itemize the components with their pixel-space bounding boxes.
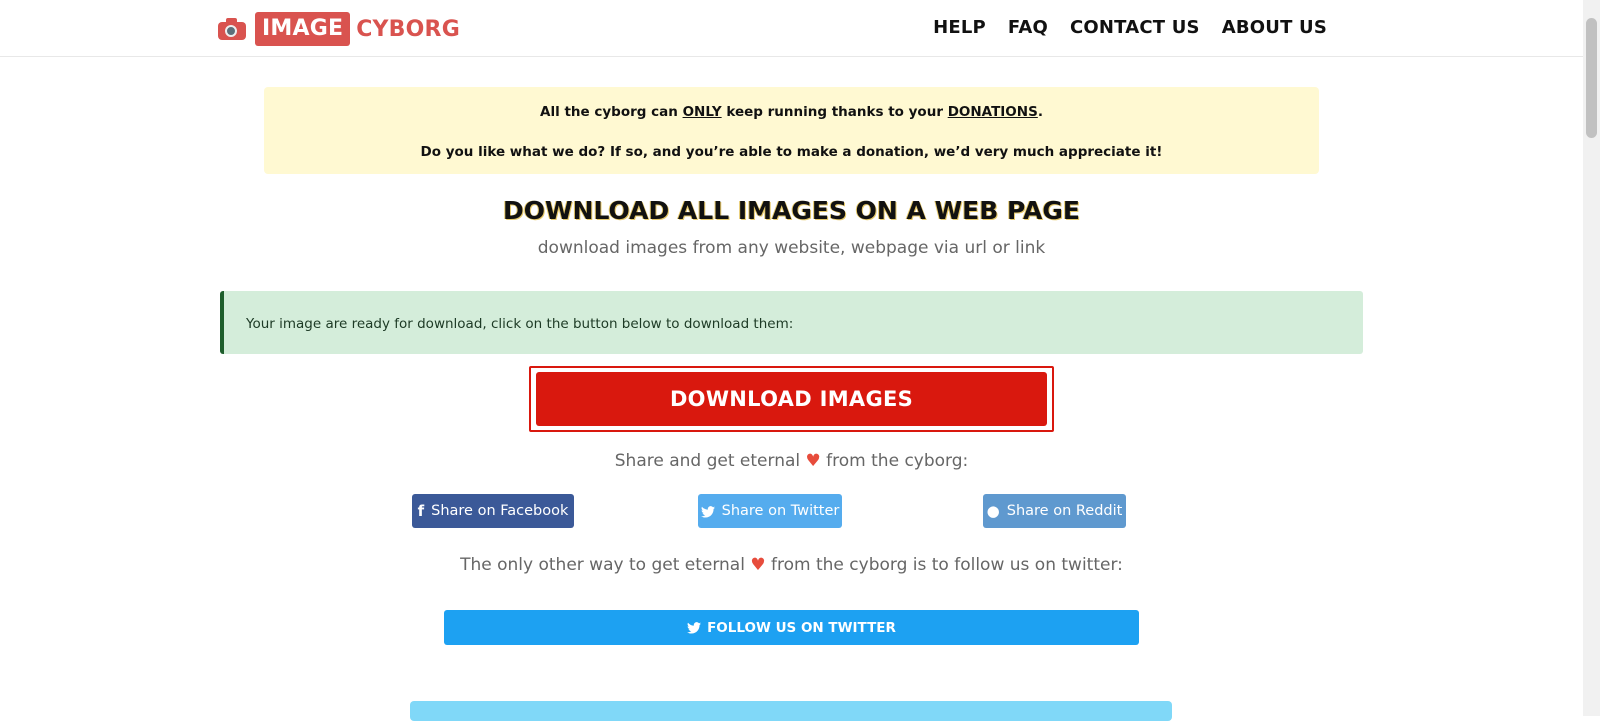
site-header: IMAGE CYBORG HELP FAQ CONTACT US ABOUT U… [0, 0, 1583, 57]
heart-icon: ♥ [805, 451, 821, 471]
page-scrollbar[interactable] [1583, 0, 1600, 716]
donations-link[interactable]: DONATIONS [948, 104, 1038, 120]
main-nav: HELP FAQ CONTACT US ABOUT US [933, 17, 1327, 38]
share-reddit-button[interactable]: ● Share on Reddit [983, 494, 1126, 528]
bottom-info-box [410, 701, 1172, 721]
nav-faq[interactable]: FAQ [1008, 17, 1048, 38]
ready-alert: Your image are ready for download, click… [220, 291, 1363, 354]
donation-banner: All the cyborg can ONLY keep running tha… [264, 87, 1319, 174]
donation-line-1: All the cyborg can ONLY keep running tha… [540, 104, 1043, 120]
donation-line-2: Do you like what we do? If so, and you’r… [420, 144, 1163, 160]
logo-boxed-text: IMAGE [255, 12, 351, 46]
only-emphasis: ONLY [682, 104, 722, 120]
follow-twitter-button[interactable]: FOLLOW US ON TWITTER [444, 610, 1139, 645]
heart-icon: ♥ [750, 555, 766, 575]
share-twitter-button[interactable]: Share on Twitter [698, 494, 842, 528]
page-subtitle: download images from any website, webpag… [537, 238, 1046, 258]
nav-about-us[interactable]: ABOUT US [1222, 17, 1327, 38]
page-title: DOWNLOAD ALL IMAGES ON A WEB PAGE [503, 196, 1080, 225]
nav-contact-us[interactable]: CONTACT US [1070, 17, 1200, 38]
download-images-button[interactable]: DOWNLOAD IMAGES [536, 372, 1047, 426]
site-logo[interactable]: IMAGE CYBORG [218, 12, 460, 46]
camera-icon [218, 18, 246, 40]
follow-text: The only other way to get eternal ♥ from… [460, 555, 1123, 575]
scroll-thumb[interactable] [1586, 18, 1597, 138]
logo-word: CYBORG [356, 16, 460, 42]
share-facebook-button[interactable]: f Share on Facebook [412, 494, 574, 528]
nav-help[interactable]: HELP [933, 17, 986, 38]
twitter-icon [687, 622, 702, 634]
twitter-icon [700, 505, 715, 518]
reddit-icon: ● [986, 502, 1000, 520]
share-text: Share and get eternal ♥ from the cyborg: [614, 451, 969, 471]
facebook-icon: f [417, 502, 425, 520]
